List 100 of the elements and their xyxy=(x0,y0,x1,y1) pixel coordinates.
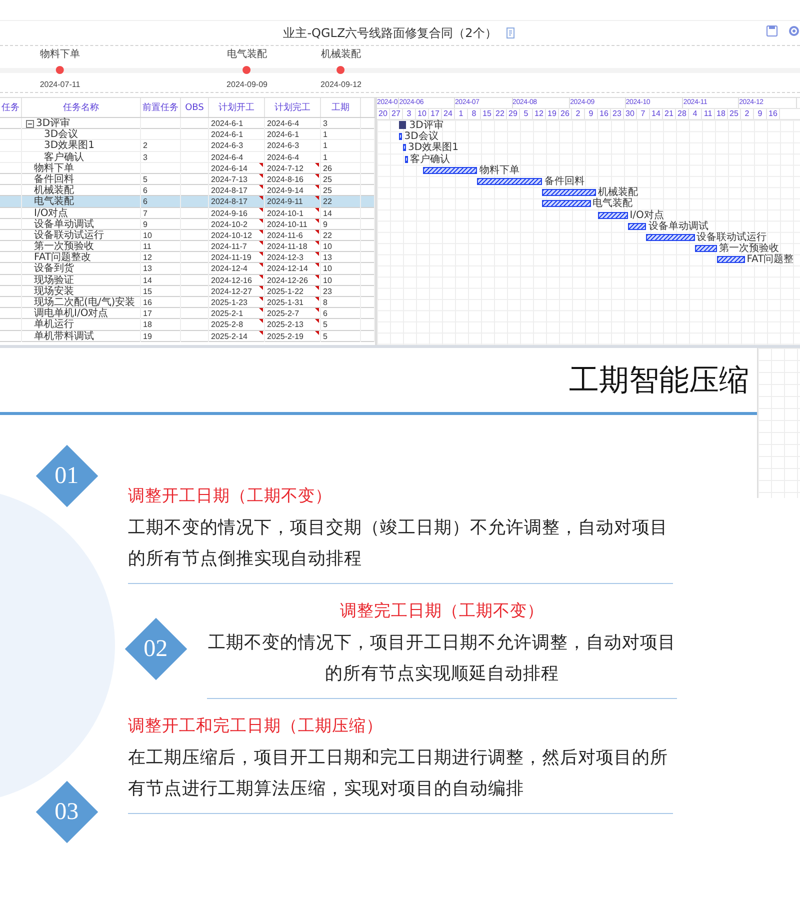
predecessor: 16 xyxy=(143,297,152,308)
end-date: 2024-9-14 xyxy=(267,185,304,196)
predecessor: 17 xyxy=(143,308,152,320)
gantt-bar[interactable] xyxy=(694,245,717,252)
milestone-date: 2024-09-12 xyxy=(320,80,362,89)
task-name: 单机运行 xyxy=(34,319,74,330)
day-header: 9 xyxy=(754,109,767,119)
column-header[interactable]: 工期 xyxy=(321,98,361,117)
duration: 5 xyxy=(323,330,328,342)
table-row[interactable]: 现场安装 15 2024-12-27 2025-1-22 23 xyxy=(0,286,375,297)
task-name: 客户确认 xyxy=(44,152,84,163)
day-header: 19 xyxy=(546,109,559,119)
table-row[interactable]: 设备到货 13 2024-12-4 2024-12-14 10 xyxy=(0,263,375,275)
end-date: 2024-8-16 xyxy=(267,174,304,186)
start-date: 2024-6-1 xyxy=(211,118,244,130)
duration: 13 xyxy=(323,252,332,264)
column-header[interactable]: 计划完工 xyxy=(265,98,321,117)
gantt-bar[interactable] xyxy=(716,256,745,264)
summary-flag-icon[interactable] xyxy=(399,121,406,129)
gantt-bar[interactable] xyxy=(399,133,402,140)
day-header: 29 xyxy=(507,109,520,119)
gantt-bar[interactable] xyxy=(477,178,542,185)
duration: 23 xyxy=(323,286,332,298)
table-row[interactable]: 现场二次配(电/气)安装 16 2025-1-23 2025-1-31 8 xyxy=(0,297,375,308)
gantt-bar[interactable] xyxy=(598,212,628,219)
table-row[interactable]: 设备联动试运行 10 2024-10-12 2024-11-6 22 xyxy=(0,230,375,242)
table-row[interactable]: 3D评审 2024-6-1 2024-6-4 3 xyxy=(0,118,375,130)
table-row[interactable]: 3D效果图1 2 2024-6-3 2024-6-3 1 xyxy=(0,140,375,152)
table-row[interactable]: 设备单动调试 9 2024-10-2 2024-10-11 9 xyxy=(0,218,375,230)
gantt-bar[interactable] xyxy=(542,200,591,208)
save-icon[interactable] xyxy=(766,25,778,37)
duration: 1 xyxy=(323,129,328,140)
task-name: 现场安装 xyxy=(34,286,74,297)
table-row[interactable]: 电气装配 6 2024-8-17 2024-9-11 22 xyxy=(0,196,375,208)
column-header[interactable]: 计划开工 xyxy=(209,98,265,117)
task-name: 第一次预验收 xyxy=(34,241,94,252)
item-heading: 调整完工日期（工期不变） xyxy=(339,600,545,622)
end-date: 2024-12-14 xyxy=(267,263,308,275)
day-header: 10 xyxy=(416,109,429,119)
predecessor: 3 xyxy=(143,152,148,163)
end-date: 2024-6-1 xyxy=(267,129,300,140)
table-row[interactable]: 机械装配 6 2024-8-17 2024-9-14 25 xyxy=(0,185,375,196)
end-date: 2025-2-19 xyxy=(267,330,304,342)
end-date: 2024-11-6 xyxy=(267,230,303,242)
predecessor: 15 xyxy=(143,286,152,298)
gantt-bar-label: I/O对点 xyxy=(630,210,664,221)
duration: 6 xyxy=(323,308,328,320)
collapse-icon[interactable] xyxy=(26,120,34,128)
table-row[interactable]: 单机运行 18 2025-2-8 2025-2-13 5 xyxy=(0,319,375,331)
settings-icon[interactable] xyxy=(788,25,800,37)
table-row[interactable]: 备件回料 5 2024-7-13 2024-8-16 25 xyxy=(0,174,375,186)
start-date: 2024-6-1 xyxy=(211,129,244,140)
column-header[interactable]: 前置任务 xyxy=(141,98,181,117)
gantt-bar[interactable] xyxy=(404,156,408,163)
start-date: 2025-2-14 xyxy=(211,330,248,342)
table-row[interactable]: 物料下单 2024-6-14 2024-7-12 26 xyxy=(0,162,375,174)
day-header: 20 xyxy=(377,109,390,119)
gantt-bar[interactable] xyxy=(628,222,646,230)
predecessor: 5 xyxy=(143,174,148,186)
duration: 22 xyxy=(323,196,332,208)
end-date: 2024-11-18 xyxy=(267,241,308,252)
day-header: 21 xyxy=(663,109,676,119)
day-header: 5 xyxy=(520,109,533,119)
milestone-dot[interactable] xyxy=(243,66,251,74)
start-date: 2024-11-7 xyxy=(211,241,247,252)
table-row[interactable]: 第一次预验收 11 2024-11-7 2024-11-18 10 xyxy=(0,241,375,252)
predecessor: 18 xyxy=(143,319,152,331)
table-row[interactable]: 客户确认 3 2024-6-4 2024-6-4 1 xyxy=(0,152,375,163)
end-date: 2025-1-31 xyxy=(267,297,304,308)
table-row[interactable]: 调电单机I/O对点 17 2025-2-1 2025-2-7 6 xyxy=(0,308,375,320)
item-description: 工期不变的情况下，项目交期（竣工日期）不允许调整，自动对项目的所有节点倒推实现自动排程 xyxy=(128,517,669,571)
table-row[interactable]: 3D会议 2024-6-1 2024-6-1 1 xyxy=(0,129,375,140)
gantt-bar-label: 设备联动试运行 xyxy=(696,232,767,243)
milestone-dot[interactable] xyxy=(337,66,345,74)
end-date: 2025-2-13 xyxy=(267,319,304,331)
predecessor: 12 xyxy=(143,252,152,264)
day-header: 27 xyxy=(390,109,403,119)
start-date: 2024-6-14 xyxy=(211,162,248,174)
day-header: 12 xyxy=(533,109,546,119)
milestone-dot[interactable] xyxy=(56,66,64,74)
column-header[interactable]: 任务名称 xyxy=(22,98,141,117)
table-row[interactable]: I/O对点 7 2024-9-16 2024-10-1 14 xyxy=(0,208,375,219)
start-date: 2024-8-17 xyxy=(211,196,248,208)
item-heading: 调整开工和完工日期（工期压缩） xyxy=(128,715,384,737)
milestone-date: 2024-07-11 xyxy=(40,80,80,89)
predecessor: 14 xyxy=(143,274,152,286)
table-row[interactable]: FAT问题整改 12 2024-11-19 2024-12-3 13 xyxy=(0,252,375,264)
table-row[interactable]: 现场验证 14 2024-12-16 2024-12-26 10 xyxy=(0,274,375,286)
gantt-bar[interactable] xyxy=(646,234,695,241)
gantt-bar[interactable] xyxy=(542,189,596,196)
column-header[interactable]: OBS xyxy=(181,98,209,117)
item-description: 在工期压缩后，项目开工日期和完工日期进行调整，然后对项目的所有节点进行工期算法压缩，实现对项目的自动编排 xyxy=(128,747,669,801)
gantt-bar[interactable] xyxy=(423,166,478,174)
gantt-bar[interactable] xyxy=(403,144,406,152)
table-row[interactable]: 单机带料调试 19 2025-2-14 2025-2-19 5 xyxy=(0,330,375,342)
start-date: 2025-2-8 xyxy=(211,319,244,331)
duration: 5 xyxy=(323,319,328,331)
column-header[interactable]: 任务 xyxy=(0,98,22,117)
milestone-date: 2024-09-09 xyxy=(226,80,268,89)
day-header: 9 xyxy=(585,109,598,119)
